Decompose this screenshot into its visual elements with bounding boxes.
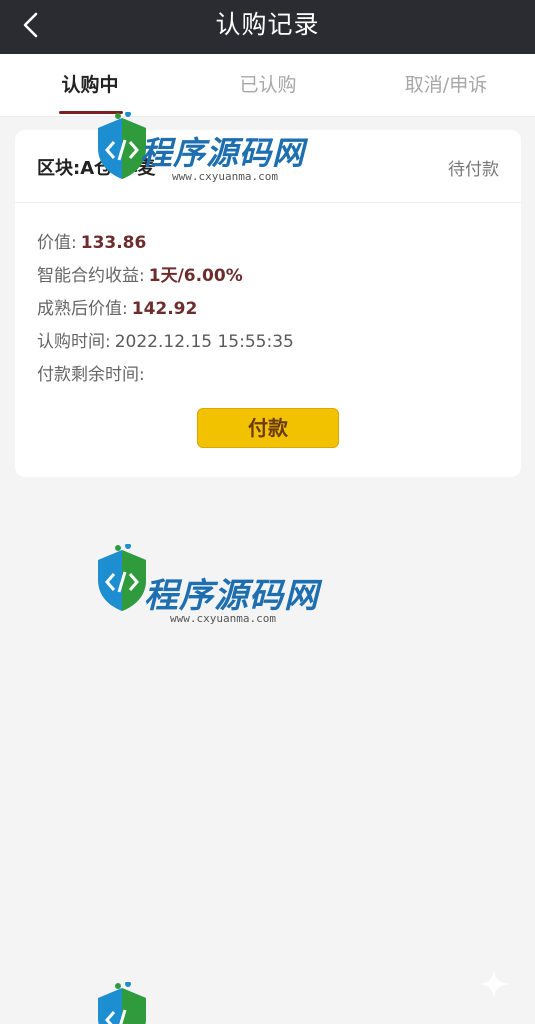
tab-subscribing[interactable]: 认购中 bbox=[40, 54, 140, 116]
subscribe-time-row: 认购时间: 2022.12.15 15:55:35 bbox=[37, 327, 294, 352]
sparkle-icon bbox=[478, 968, 510, 1000]
top-nav-bar: 认购记录 bbox=[0, 0, 535, 54]
watermark-text: 程序源码网 bbox=[144, 576, 319, 616]
mature-value-amount: 142.92 bbox=[131, 299, 198, 319]
value-amount: 133.86 bbox=[80, 233, 147, 253]
yield-label: 智能合约收益: bbox=[37, 266, 145, 286]
record-name: 区块:A仓:小麦 bbox=[37, 158, 156, 179]
tab-bar: 认购中 已认购 取消/申诉 bbox=[0, 54, 535, 117]
watermark-logo bbox=[92, 980, 252, 1024]
mature-value-label: 成熟后价值: bbox=[37, 299, 128, 319]
yield-row: 智能合约收益: 1天/6.00% bbox=[37, 261, 243, 286]
tab-cancel-appeal[interactable]: 取消/申诉 bbox=[390, 54, 502, 116]
subscribe-time-label: 认购时间: bbox=[37, 332, 111, 352]
status-badge: 待付款 bbox=[448, 160, 499, 180]
remaining-time-row: 付款剩余时间: bbox=[37, 360, 149, 385]
active-tab-indicator bbox=[59, 111, 123, 114]
record-card-header: 区块:A仓:小麦 待付款 bbox=[15, 130, 521, 203]
value-label: 价值: bbox=[37, 233, 77, 253]
value-row: 价值: 133.86 bbox=[37, 228, 146, 253]
pay-button[interactable]: 付款 bbox=[197, 408, 339, 448]
watermark-site: www.cxyuanma.com bbox=[170, 612, 276, 625]
tab-subscribed[interactable]: 已认购 bbox=[218, 54, 318, 116]
record-card: 区块:A仓:小麦 待付款 价值: 133.86 智能合约收益: 1天/6.00% 成… bbox=[15, 130, 521, 477]
yield-amount: 1天/6.00% bbox=[148, 266, 243, 286]
shield-code-icon bbox=[98, 982, 146, 1024]
remaining-time-label: 付款剩余时间: bbox=[37, 365, 145, 385]
page-title: 认购记录 bbox=[215, 10, 320, 39]
subscribe-time-value: 2022.12.15 15:55:35 bbox=[114, 332, 294, 352]
shield-code-icon bbox=[98, 544, 146, 611]
mature-value-row: 成熟后价值: 142.92 bbox=[37, 294, 197, 319]
watermark-logo: 程序源码网 www.cxyuanma.com bbox=[92, 538, 332, 638]
